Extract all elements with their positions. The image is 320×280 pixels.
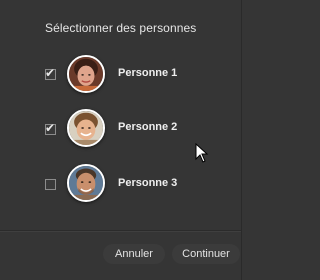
- check-icon: ✔: [45, 121, 56, 135]
- cancel-button[interactable]: Annuler: [103, 244, 165, 264]
- person-3-checkbox[interactable]: [45, 179, 56, 190]
- person-1-photo-icon: [69, 57, 103, 91]
- person-2-avatar[interactable]: [67, 109, 105, 147]
- arrow-cursor-icon: [195, 142, 209, 163]
- person-1-checkbox[interactable]: ✔: [45, 66, 56, 80]
- dialog-title: Sélectionner des personnes: [45, 21, 197, 35]
- person-3-photo-icon: [69, 166, 103, 200]
- person-row-2[interactable]: ✔ Personne 2: [0, 108, 242, 148]
- person-2-name: Personne 2: [118, 121, 178, 133]
- person-2-checkbox[interactable]: ✔: [45, 121, 56, 135]
- continue-button[interactable]: Continuer: [172, 244, 240, 264]
- person-row-3[interactable]: Personne 3: [0, 163, 242, 203]
- person-2-photo-icon: [69, 111, 103, 145]
- person-row-1[interactable]: ✔ Personne 1: [0, 54, 242, 94]
- person-1-name: Personne 1: [118, 67, 178, 79]
- person-1-avatar[interactable]: [67, 55, 105, 93]
- check-icon: ✔: [45, 66, 56, 80]
- person-3-name: Personne 3: [118, 177, 178, 189]
- select-people-dialog: Sélectionner des personnes ✔ Personne 1 …: [0, 0, 242, 280]
- person-3-avatar[interactable]: [67, 164, 105, 202]
- footer-divider: [0, 230, 241, 232]
